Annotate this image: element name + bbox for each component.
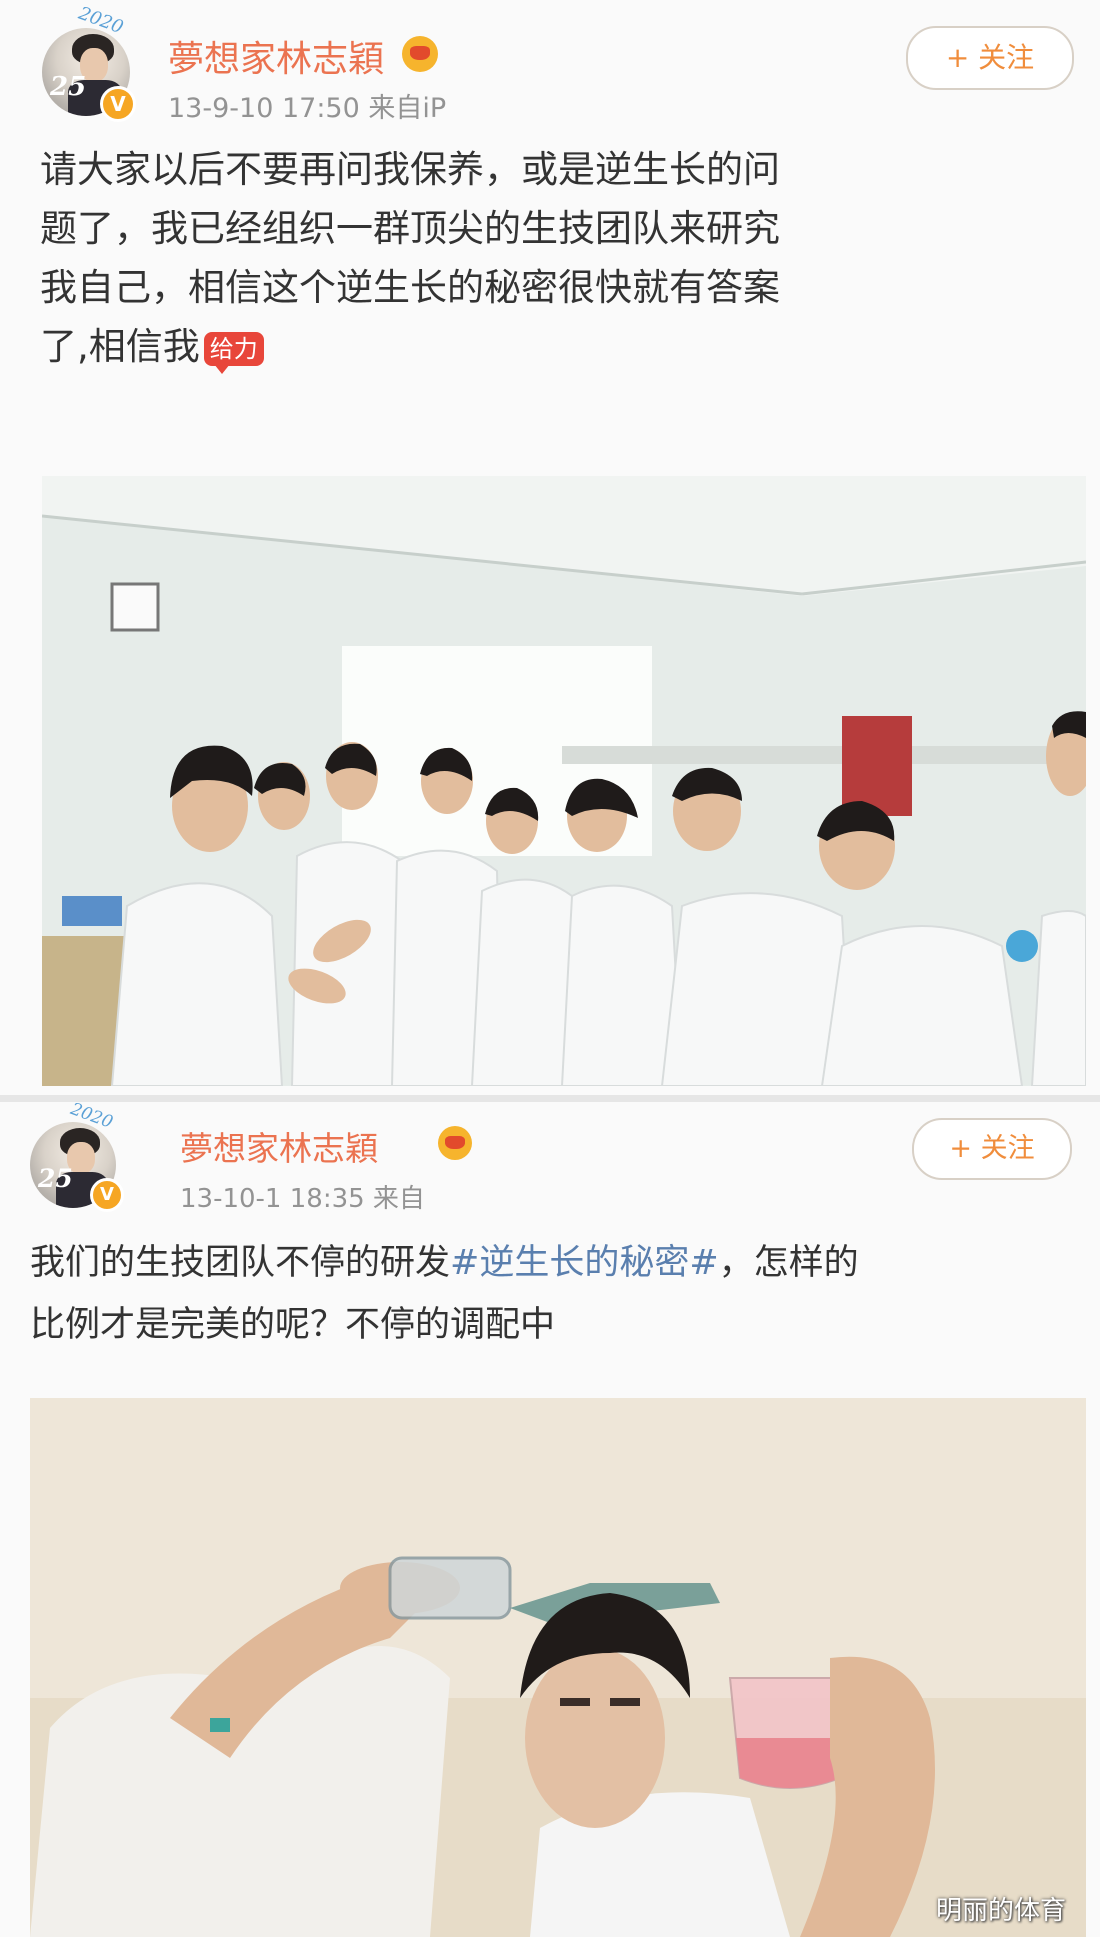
post-text-line: 我自己，相信这个逆生长的秘密很快就有答案 xyxy=(40,266,780,309)
beaker-mixing-photo[interactable]: 明丽的体育 xyxy=(30,1398,1086,1937)
post-text-line: 我们的生技团队不停的研发#逆生长的秘密#，怎样的 xyxy=(30,1232,859,1294)
geili-emoji-icon: 给力 xyxy=(203,331,264,374)
weibo-post-1: 25 2020 V 夢想家林志穎 13-9-10 17:50 来自iP + 关注… xyxy=(0,0,1100,1095)
post-text-line: 了,相信我 给力 xyxy=(40,317,780,376)
lab-photo-illustration xyxy=(42,476,1086,1086)
post-text-line-end: 了,相信我 xyxy=(40,325,200,368)
post-divider xyxy=(0,1095,1100,1102)
beaker-photo-illustration xyxy=(30,1398,1086,1937)
follow-button[interactable]: + 关注 xyxy=(912,1118,1072,1180)
follow-button[interactable]: + 关注 xyxy=(906,26,1074,90)
lab-group-photo[interactable] xyxy=(42,476,1086,1086)
post-timestamp: 13-9-10 17:50 来自iP xyxy=(168,93,447,124)
hashtag-link[interactable]: #逆生长的秘密# xyxy=(450,1243,719,1283)
username[interactable]: 夢想家林志穎 xyxy=(180,1122,378,1170)
avatar-anniversary-number: 25 xyxy=(50,72,87,102)
post-text: 我们的生技团队不停的研发#逆生长的秘密#，怎样的 比例才是完美的呢？不停的调配中 xyxy=(30,1232,859,1356)
post-timestamp: 13-10-1 18:35 来自 xyxy=(180,1184,425,1214)
crown-icon xyxy=(402,36,438,72)
weibo-post-2: 25 2020 V 夢想家林志穎 13-10-1 18:35 来自 + 关注 我… xyxy=(0,1099,1100,1937)
verified-badge-icon: V xyxy=(90,1178,124,1212)
crown-icon xyxy=(438,1126,472,1160)
post-text-segment: 我们的生技团队不停的研发 xyxy=(30,1243,451,1283)
watermark-text: 明丽的体育 xyxy=(935,1896,1066,1926)
post-text-line: 题了，我已经组织一群顶尖的生技团队来研究 xyxy=(40,207,780,250)
post-text-segment: ，怎样的 xyxy=(718,1243,859,1283)
username[interactable]: 夢想家林志穎 xyxy=(168,30,384,82)
verified-badge-icon: V xyxy=(100,86,136,122)
avatar-anniversary-number: 25 xyxy=(38,1164,73,1193)
post-text: 请大家以后不要再问我保养，或是逆生长的问 题了，我已经组织一群顶尖的生技团队来研… xyxy=(40,140,780,376)
post-text-line: 请大家以后不要再问我保养，或是逆生长的问 xyxy=(40,148,780,191)
post-text-line: 比例才是完美的呢？不停的调配中 xyxy=(30,1305,556,1345)
